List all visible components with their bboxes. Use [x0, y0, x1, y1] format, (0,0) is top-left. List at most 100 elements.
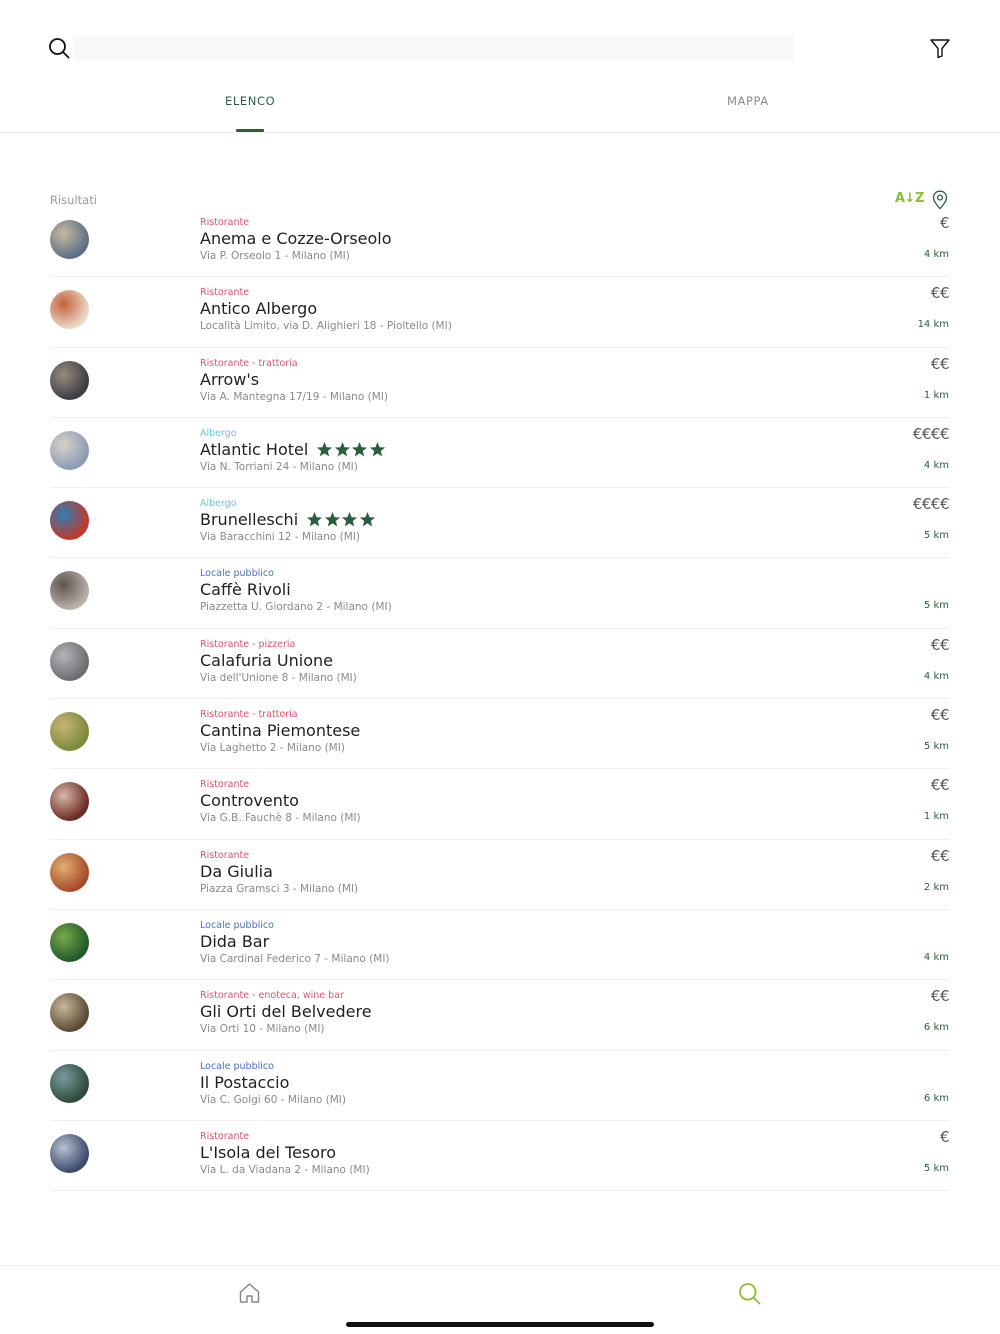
category-label: Ristorante [200, 287, 250, 299]
price-level: €€ [930, 987, 950, 1006]
distance-label: 4 km [923, 670, 949, 682]
venue-name: Caffè Rivoli [200, 580, 291, 599]
list-item[interactable]: Ristorante Da Giulia Piazza Gramsci 3 - Mi… [50, 840, 950, 910]
home-indicator [346, 1322, 654, 1327]
list-item[interactable]: Locale pubblico Caffè Rivoli Piazzetta U. … [50, 558, 949, 629]
avatar [50, 360, 89, 400]
star-icon [352, 441, 368, 457]
venue-name-text: L'Isola del Tesoro [200, 1142, 337, 1162]
search-tab-icon[interactable] [738, 1282, 761, 1305]
category-label: Locale pubblico [200, 568, 274, 580]
list-item[interactable]: Locale pubblico Il Postaccio Via C. Golgi … [50, 1051, 949, 1121]
distance-label: 5 km [923, 600, 949, 612]
venue-address: Via N. Torriani 24 - Milano (MI) [200, 460, 358, 473]
home-icon[interactable] [238, 1282, 261, 1304]
distance-label: 4 km [923, 951, 949, 963]
avatar [50, 1063, 89, 1103]
venue-address: Via P. Orseolo 1 - Milano (MI) [200, 250, 350, 262]
tab-elenco[interactable]: ELENCO [225, 94, 275, 108]
price-level: €€ [930, 635, 950, 654]
venue-name: Da Giulia [200, 862, 273, 881]
category-label: Ristorante - trattoria [200, 357, 298, 369]
venue-name: Controvento [200, 791, 299, 810]
category-label: Ristorante [200, 1130, 250, 1142]
venue-name: Gli Orti del Belvedere [200, 1002, 372, 1021]
list-item[interactable]: Albergo Atlantic Hotel Via N. Torriani 24 … [50, 418, 950, 489]
price-level: €€ [930, 354, 950, 373]
venue-name: Atlantic Hotel [200, 440, 386, 459]
avatar [50, 290, 89, 330]
venue-name-text: Calafuria Unione [200, 650, 333, 670]
venue-name: Dida Bar [200, 932, 269, 951]
avatar [50, 430, 89, 470]
distance-label: 5 km [923, 1162, 949, 1174]
search-input[interactable] [74, 36, 794, 61]
venue-name: Brunelleschi [200, 510, 376, 529]
star-icon [369, 441, 385, 457]
venue-name-text: Da Giulia [200, 861, 273, 881]
list-item[interactable]: Locale pubblico Dida Bar Via Cardinal Fede… [50, 910, 949, 981]
venue-name-text: Brunelleschi [200, 510, 299, 530]
list-item[interactable]: Ristorante Antico Albergo Località Limito,… [50, 277, 950, 348]
venue-name: Anema e Cozze-Orseolo [200, 229, 392, 248]
search-icon[interactable] [48, 37, 70, 59]
avatar [50, 852, 89, 892]
list-item[interactable]: Albergo Brunelleschi Via Baracchini 12 - M… [50, 488, 950, 559]
venue-name: L'Isola del Tesoro [200, 1143, 336, 1162]
venue-address: Via Baracchini 12 - Milano (MI) [200, 531, 360, 544]
list-item[interactable]: Ristorante L'Isola del Tesoro Via L. da Vi… [50, 1121, 950, 1192]
list-item[interactable]: Ristorante - trattoria Arrow's Via A. Mant… [50, 348, 950, 418]
venue-name: Cantina Piemontese [200, 721, 360, 740]
distance-label: 5 km [923, 741, 949, 753]
results-list: Ristorante Anema e Cozze-Orseolo Via P. Or… [50, 207, 950, 1192]
avatar [50, 641, 89, 681]
venue-name: Il Postaccio [200, 1073, 289, 1092]
avatar [50, 782, 89, 822]
venue-address: Via A. Mantegna 17/19 - Milano (MI) [200, 390, 388, 403]
star-icon [359, 512, 375, 527]
list-item[interactable]: Ristorante Anema e Cozze-Orseolo Via P. Or… [50, 207, 950, 278]
venue-name-text: Antico Albergo [200, 299, 318, 319]
venue-address: Piazzetta U. Giordano 2 - Milano (MI) [200, 601, 392, 614]
list-item[interactable]: Ristorante - pizzeria Calafuria Unione Via… [50, 629, 950, 700]
venue-name-text: Anema e Cozze-Orseolo [200, 229, 392, 248]
category-label: Albergo [200, 427, 237, 439]
category-label: Ristorante [200, 849, 250, 861]
avatar [50, 501, 89, 541]
category-label: Locale pubblico [200, 919, 274, 931]
sort-alphabetical-button[interactable]: A↓Z [895, 191, 924, 206]
venue-name: Antico Albergo [200, 299, 317, 318]
price-level: €€ [930, 284, 950, 303]
tab-mappa[interactable]: MAPPA [727, 94, 769, 108]
venue-name-text: Dida Bar [200, 931, 270, 951]
price-level: €€€€ [912, 424, 950, 443]
price-level: €€€€ [912, 495, 950, 514]
star-icon [334, 441, 350, 457]
view-tabs: ELENCO MAPPA [0, 80, 1000, 133]
venue-name-text: Arrow's [200, 369, 260, 389]
filter-icon[interactable] [929, 37, 951, 59]
distance-label: 5 km [923, 530, 949, 542]
venue-name-text: Controvento [200, 791, 299, 811]
star-icon [307, 512, 323, 527]
venue-address: Via dell'Unione 8 - Milano (MI) [200, 671, 357, 684]
avatar [50, 1133, 89, 1173]
distance-label: 1 km [923, 811, 949, 823]
avatar [50, 571, 89, 611]
avatar [50, 712, 89, 752]
venue-name: Calafuria Unione [200, 651, 333, 670]
avatar [50, 220, 89, 259]
star-icon [342, 512, 358, 527]
category-label: Ristorante - enoteca, wine bar [200, 990, 344, 1002]
category-label: Ristorante [200, 779, 250, 791]
venue-name-text: Cantina Piemontese [200, 721, 361, 741]
price-level: € [939, 1127, 950, 1146]
list-item[interactable]: Ristorante - enoteca, wine bar Gli Orti d… [50, 980, 950, 1051]
venue-address: Via G.B. Fauchè 8 - Milano (MI) [200, 812, 361, 825]
venue-address: Via Cardinal Federico 7 - Milano (MI) [200, 952, 390, 965]
list-item[interactable]: Ristorante - trattoria Cantina Piemontese… [50, 699, 950, 770]
distance-label: 6 km [923, 1092, 949, 1104]
list-item[interactable]: Ristorante Controvento Via G.B. Fauchè 8 -… [50, 769, 950, 840]
category-label: Ristorante - pizzeria [200, 638, 296, 650]
category-label: Locale pubblico [200, 1060, 274, 1072]
